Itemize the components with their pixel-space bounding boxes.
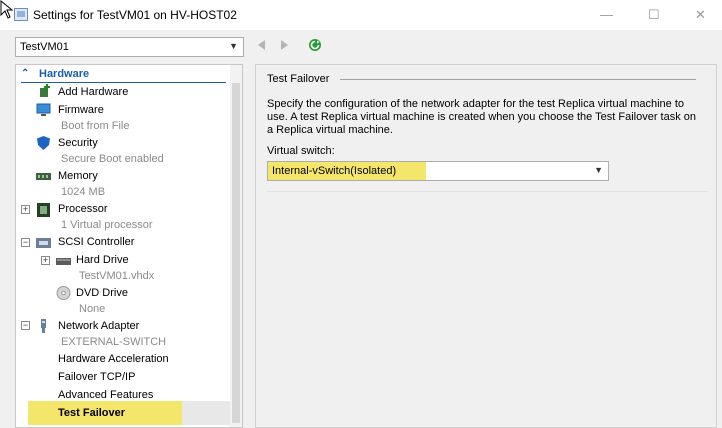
tree-item-advanced-features[interactable]: Advanced Features: [58, 389, 153, 401]
tree-item-processor[interactable]: Processor: [58, 203, 108, 215]
add-hardware-icon: [40, 84, 50, 97]
maximize-button[interactable]: ☐: [648, 7, 660, 23]
window-title: Settings for TestVM01 on HV-HOST02: [33, 8, 237, 22]
hardware-section-header[interactable]: ⌃ Hardware: [16, 67, 230, 83]
title-bar: Settings for TestVM01 on HV-HOST02 — ☐ ✕: [0, 0, 722, 30]
back-arrow-icon[interactable]: [258, 40, 265, 50]
refresh-icon[interactable]: [308, 38, 322, 52]
panel-title: Test Failover: [267, 73, 330, 85]
tree-item-security[interactable]: Security: [58, 137, 98, 149]
minimize-button[interactable]: —: [600, 7, 613, 22]
panel-description: Specify the configuration of the network…: [267, 98, 697, 136]
panel-divider: [340, 79, 696, 80]
shield-icon: [37, 136, 50, 150]
memory-icon: [36, 173, 51, 180]
scsi-controller-icon: [36, 238, 51, 248]
tree-item-network-adapter[interactable]: Network Adapter: [58, 320, 139, 332]
chevron-down-icon: ▼: [229, 41, 238, 51]
network-adapter-icon: [41, 319, 46, 333]
collapse-chevron-icon[interactable]: ⌃: [21, 68, 29, 79]
tree-item-hardware-acceleration[interactable]: Hardware Acceleration: [58, 353, 169, 365]
chevron-down-icon: ▼: [594, 165, 603, 175]
tree-item-firmware[interactable]: Firmware: [58, 104, 104, 116]
close-button[interactable]: ✕: [695, 7, 706, 23]
tree-item-memory[interactable]: Memory: [58, 170, 98, 182]
forward-arrow-icon[interactable]: [281, 40, 288, 50]
tree-item-hard-drive[interactable]: Hard Drive: [76, 254, 129, 266]
virtual-switch-value: Internal-vSwitch(Isolated): [272, 165, 397, 177]
tree-item-dvd-drive[interactable]: DVD Drive: [76, 287, 128, 299]
vm-selector-dropdown[interactable]: TestVM01 ▼: [15, 37, 244, 57]
firmware-icon: [36, 103, 51, 116]
tree-item-scsi-controller[interactable]: SCSI Controller: [58, 236, 134, 248]
collapse-scsi[interactable]: −: [21, 238, 30, 247]
mouse-cursor-icon: [0, 0, 14, 19]
vm-selector-value: TestVM01: [20, 41, 69, 53]
hard-drive-icon: [56, 258, 71, 265]
dvd-drive-icon: [56, 286, 71, 300]
settings-panel: Test Failover Specify the configuration …: [255, 64, 717, 428]
settings-window-icon: [14, 8, 28, 21]
collapse-network-adapter[interactable]: −: [21, 321, 30, 330]
tree-item-failover-tcpip[interactable]: Failover TCP/IP: [58, 371, 135, 383]
tree-item-add-hardware[interactable]: Add Hardware: [58, 86, 128, 98]
expand-hard-drive[interactable]: +: [41, 256, 50, 265]
tree-scrollbar[interactable]: [230, 65, 242, 427]
expand-processor[interactable]: +: [21, 205, 30, 214]
virtual-switch-dropdown[interactable]: Internal-vSwitch(Isolated) ▼: [267, 161, 609, 181]
tree-item-test-failover[interactable]: Test Failover: [58, 407, 125, 419]
panel-separator: [267, 191, 708, 192]
virtual-switch-label: Virtual switch:: [267, 145, 335, 157]
hardware-tree: ⌃ Hardware Add Hardware Firmware Boot fr…: [15, 64, 243, 428]
processor-icon: [37, 203, 50, 217]
tree-scrollbar-thumb[interactable]: [232, 83, 240, 423]
